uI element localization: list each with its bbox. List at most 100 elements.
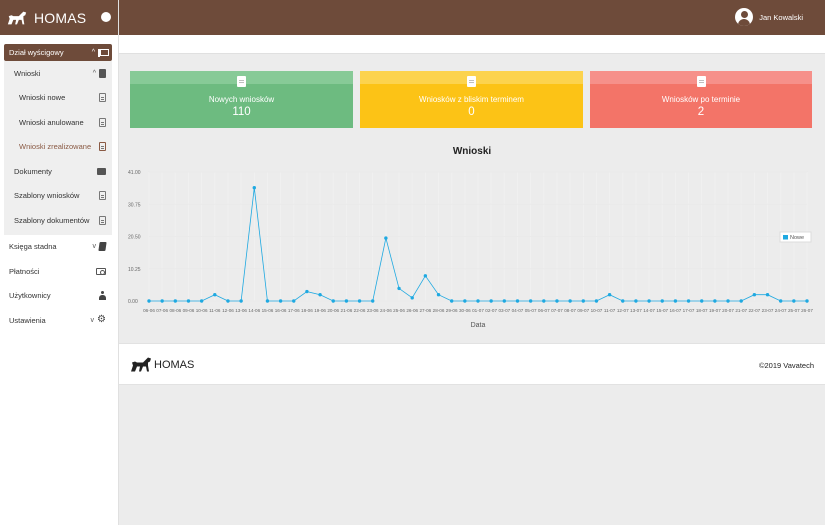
card-value: 2 xyxy=(697,106,705,118)
x-tick-label: 21-07 xyxy=(735,308,747,313)
data-point xyxy=(528,299,533,303)
sidebar-item-ksiega-stadna[interactable]: Księga stadna v xyxy=(0,235,112,260)
data-point xyxy=(357,299,362,303)
user-icon xyxy=(99,291,106,301)
data-point xyxy=(660,299,664,303)
x-tick-label: 05-07 xyxy=(525,308,537,313)
data-point xyxy=(371,299,375,303)
sidebar-item-szablony-wnioskow[interactable]: Szablony wniosków xyxy=(4,184,112,209)
footer-logo: HOMAS xyxy=(129,356,194,373)
footer: HOMAS ©2019 Vavatech xyxy=(119,343,825,385)
data-point xyxy=(568,299,572,303)
x-tick-label: 22-07 xyxy=(748,308,760,313)
sidebar-item-wnioski-anulowane[interactable]: Wnioski anulowane xyxy=(4,110,112,135)
sidebar-item-wnioski-zrealizowane[interactable]: Wnioski zrealizowane xyxy=(4,135,112,160)
x-tick-label: 20-07 xyxy=(722,308,734,313)
card-label: Nowych wniosków xyxy=(208,95,275,104)
sidebar-subpanel: Wnioski ^ Wnioski nowe Wnioski anulowane… xyxy=(4,61,112,235)
x-tick-label: 20-06 xyxy=(327,308,339,313)
sidebar-toggle[interactable] xyxy=(101,12,111,22)
folder-icon xyxy=(97,167,106,175)
x-tick-label: 08-06 xyxy=(169,308,181,313)
x-tick-label: 18-06 xyxy=(301,308,313,313)
user-name: Jan Kowalski xyxy=(759,12,803,22)
data-point xyxy=(173,299,178,303)
x-tick-label: 17-06 xyxy=(288,308,300,313)
flag-icon xyxy=(98,48,109,57)
x-tick-label: 26-07 xyxy=(801,308,813,313)
data-point xyxy=(673,299,678,303)
y-tick-label: 10.25 xyxy=(128,267,141,273)
data-point xyxy=(410,296,414,300)
data-point xyxy=(726,299,730,303)
sidebar-item-uzytkownicy[interactable]: Użytkownicy xyxy=(0,284,112,309)
sidebar-nav: Dział wyścigowy ^ Wnioski ^ Wnioski nowe… xyxy=(0,35,118,333)
x-tick-label: 17-07 xyxy=(683,308,695,313)
x-tick-label: 19-06 xyxy=(314,308,326,313)
data-point xyxy=(502,299,507,303)
card-value: 110 xyxy=(232,106,251,118)
chart-title: Wnioski xyxy=(452,146,492,157)
data-point xyxy=(647,299,651,303)
data-point xyxy=(305,289,309,294)
document-icon xyxy=(99,93,106,103)
data-point xyxy=(384,236,388,240)
x-tick-label: 16-06 xyxy=(275,308,287,313)
card-new-requests[interactable]: Nowych wniosków 110 xyxy=(130,71,353,128)
data-point xyxy=(581,299,585,303)
data-point xyxy=(252,186,256,190)
user-menu[interactable]: Jan Kowalski xyxy=(735,8,803,26)
sidebar-item-platnosci[interactable]: Płatności xyxy=(0,259,112,284)
data-point xyxy=(160,299,164,303)
sidebar-item-label: Wnioski nowe xyxy=(19,93,66,103)
sidebar-item-wnioski-nowe[interactable]: Wnioski nowe xyxy=(4,86,112,111)
data-point xyxy=(436,293,441,297)
y-tick-label: 0.00 xyxy=(128,299,138,305)
data-point xyxy=(805,299,809,303)
chevron-down-icon: v xyxy=(92,243,97,251)
x-tick-label: 13-06 xyxy=(235,308,247,313)
pdf-file-icon xyxy=(99,191,106,201)
sidebar-item-szablony-dokumentow[interactable]: Szablony dokumentów xyxy=(4,208,112,233)
x-tick-label: 06-06 xyxy=(143,308,155,313)
sidebar-item-label: Płatności xyxy=(9,266,40,276)
brand-bar: HOMAS xyxy=(0,0,118,35)
x-tick-label: 16-07 xyxy=(670,308,682,313)
data-point xyxy=(449,299,454,303)
sidebar-item-label: Dokumenty xyxy=(14,166,52,176)
sidebar-item-wnioski[interactable]: Wnioski ^ xyxy=(4,61,112,86)
x-tick-label: 07-07 xyxy=(551,308,563,313)
data-point xyxy=(765,293,770,297)
card-near-deadline[interactable]: Wniosków z bliskim terminem 0 xyxy=(360,71,583,128)
horse-logo-icon xyxy=(131,357,151,372)
data-point xyxy=(752,293,757,297)
sidebar-item-ustawienia[interactable]: Ustawienia v ⚙ xyxy=(0,308,112,333)
data-point xyxy=(292,299,296,303)
x-tick-label: 09-06 xyxy=(183,308,195,313)
avatar-icon xyxy=(735,8,754,26)
sidebar-item-label: Ustawienia xyxy=(9,315,46,325)
x-tick-label: 15-06 xyxy=(262,308,274,313)
x-tick-label: 01-07 xyxy=(472,308,484,313)
x-tick-label: 29-06 xyxy=(446,308,458,313)
sidebar-item-dzial-wyscigowy[interactable]: Dział wyścigowy ^ xyxy=(4,44,112,61)
data-point xyxy=(792,299,796,303)
data-point xyxy=(318,293,322,297)
y-tick-label: 30.75 xyxy=(128,202,141,208)
sidebar-item-dokumenty[interactable]: Dokumenty xyxy=(4,159,112,184)
data-point xyxy=(213,293,217,297)
document-icon xyxy=(237,76,246,87)
card-overdue[interactable]: Wniosków po terminie 2 xyxy=(590,71,812,128)
document-icon xyxy=(99,117,106,127)
legend-swatch xyxy=(783,235,788,240)
sidebar-item-label: Szablony dokumentów xyxy=(14,215,90,225)
data-point xyxy=(713,299,717,303)
sidebar-item-label: Użytkownicy xyxy=(9,291,51,301)
brand-name: HOMAS xyxy=(34,9,87,26)
sidebar-item-label: Wnioski xyxy=(14,68,41,78)
x-tick-label: 26-06 xyxy=(406,308,418,313)
pdf-file-icon xyxy=(99,215,106,225)
breadcrumb-bar xyxy=(119,35,825,54)
y-tick-label: 20.50 xyxy=(128,235,141,241)
x-tick-label: 11-07 xyxy=(604,308,616,313)
